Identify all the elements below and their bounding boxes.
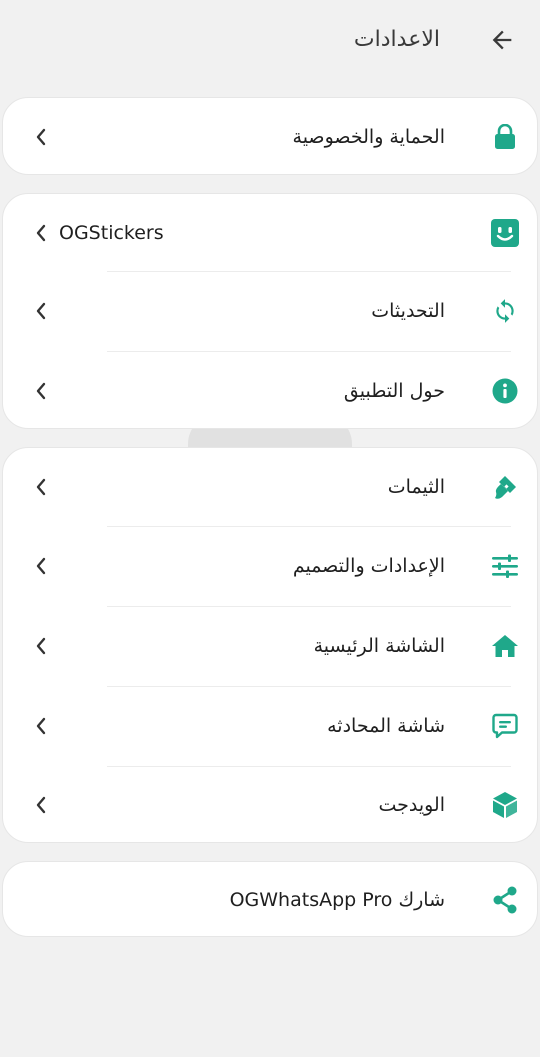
chevron-left-icon (31, 477, 51, 497)
chevron-left-icon (31, 636, 51, 656)
settings-item-ogstickers[interactable]: OGStickers (3, 194, 539, 272)
sync-icon (491, 297, 519, 325)
settings-item-chat-screen[interactable]: شاشة المحادثه (3, 687, 539, 765)
page-title: الاعدادات (353, 27, 440, 52)
settings-item-home-screen[interactable]: الشاشة الرئيسية (3, 607, 539, 685)
settings-item-privacy[interactable]: الحماية والخصوصية (3, 98, 539, 176)
settings-item-label: الثيمات (387, 476, 445, 498)
lock-icon (491, 123, 519, 151)
settings-group-appearance: الثيمات الإعدادات والتصميم الشاشة الرئيس… (2, 447, 538, 843)
settings-item-label: الحماية والخصوصية (292, 126, 445, 148)
settings-item-updates[interactable]: التحديثات (3, 272, 539, 350)
app-header: الاعدادات (0, 0, 540, 80)
settings-item-label: شارك OGWhatsApp Pro (229, 889, 445, 911)
paint-brush-icon (491, 473, 519, 501)
settings-item-about[interactable]: حول التطبيق (3, 352, 539, 430)
share-icon (491, 886, 519, 914)
chevron-left-icon (31, 795, 51, 815)
chevron-left-icon (31, 127, 51, 147)
settings-group-privacy: الحماية والخصوصية (2, 97, 538, 175)
settings-item-label: الشاشة الرئيسية (313, 635, 445, 657)
settings-item-label: حول التطبيق (343, 380, 445, 402)
settings-item-settings-design[interactable]: الإعدادات والتصميم (3, 527, 539, 605)
settings-item-label: الويدجت (378, 794, 445, 816)
chevron-left-icon (31, 381, 51, 401)
settings-group-share: شارك OGWhatsApp Pro (2, 861, 538, 937)
settings-group-app: OGStickers التحديثات حول التطبيق (2, 193, 538, 429)
settings-item-label: شاشة المحادثه (327, 715, 445, 737)
chevron-left-icon (31, 301, 51, 321)
chevron-left-icon (31, 556, 51, 576)
sticker-face-icon (491, 219, 519, 247)
chevron-left-icon (31, 716, 51, 736)
sliders-icon (491, 552, 519, 580)
chevron-left-icon (31, 223, 51, 243)
home-icon (491, 632, 519, 660)
cube-icon (491, 791, 519, 819)
back-button[interactable] (486, 24, 518, 56)
settings-item-share[interactable]: شارك OGWhatsApp Pro (3, 862, 539, 938)
settings-item-themes[interactable]: الثيمات (3, 448, 539, 526)
settings-item-widget[interactable]: الويدجت (3, 766, 539, 844)
settings-item-label: OGStickers (59, 222, 164, 244)
settings-item-label: التحديثات (371, 300, 445, 322)
chat-icon (491, 712, 519, 740)
info-icon (491, 377, 519, 405)
arrow-left-icon (492, 30, 512, 50)
settings-item-label: الإعدادات والتصميم (292, 555, 445, 577)
